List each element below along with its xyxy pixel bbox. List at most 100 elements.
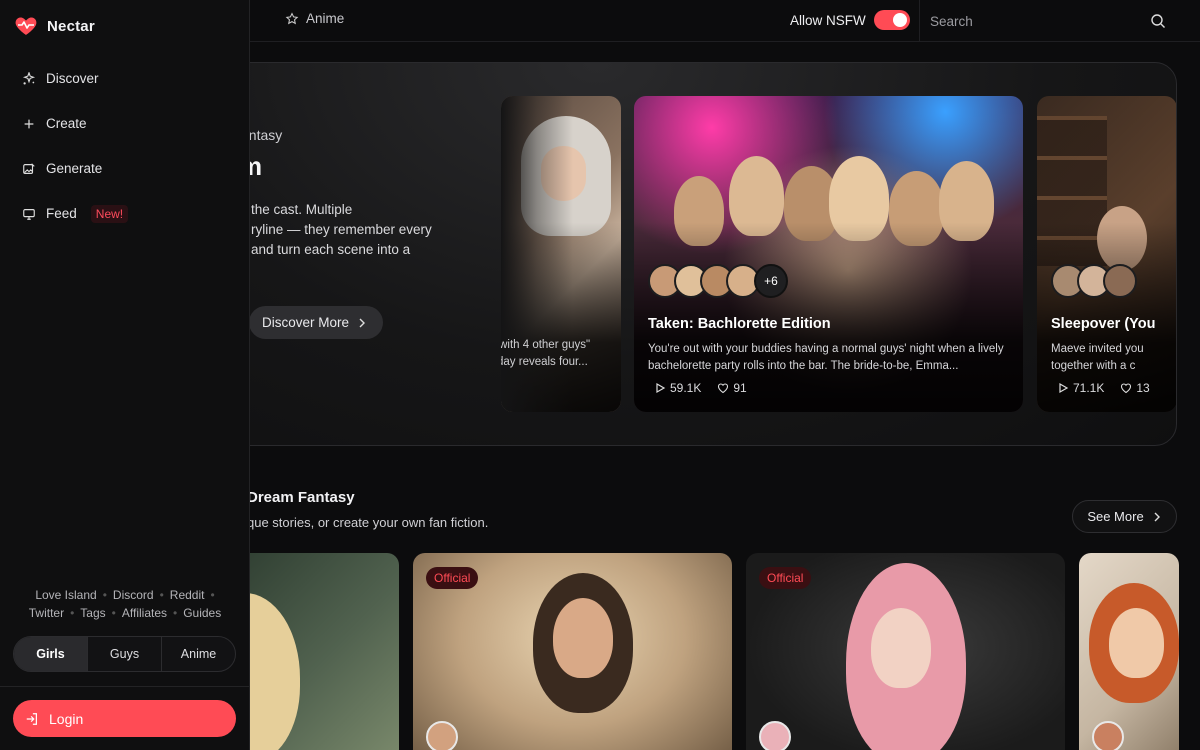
footer-link-affiliates[interactable]: Affiliates xyxy=(122,604,167,622)
likes-stat: 91 xyxy=(717,381,747,395)
hero-desc-line: and turn each scene into a xyxy=(251,242,411,257)
plays-count: 71.1K xyxy=(1073,381,1105,395)
footer-link-guides[interactable]: Guides xyxy=(183,604,221,622)
story-card-desc-line: together with a c xyxy=(1051,360,1136,372)
avatar xyxy=(1103,264,1137,298)
story-card-bachlorette[interactable]: +6 Taken: Bachlorette Edition You're out… xyxy=(634,96,1023,412)
sidebar-item-label: Create xyxy=(46,116,87,131)
chevron-right-icon xyxy=(1154,512,1160,521)
divider xyxy=(0,686,250,687)
sidebar-item-generate[interactable]: Generate xyxy=(0,146,250,191)
hero-description: the cast. Multiple ryline — they remembe… xyxy=(251,200,461,260)
nsfw-toggle-group: Allow NSFW xyxy=(790,10,910,30)
sidebar-item-feed[interactable]: Feed New! xyxy=(0,191,250,236)
star-icon xyxy=(285,11,299,24)
likes-count: 13 xyxy=(1136,381,1150,395)
character-face xyxy=(871,608,931,688)
monitor-icon xyxy=(23,208,35,220)
official-badge: Official xyxy=(759,567,812,589)
hero-desc-line: the cast. Multiple xyxy=(251,202,353,217)
separator-dot: • xyxy=(70,606,75,620)
hero-desc-line: ryline — they remember every xyxy=(251,222,432,237)
topbar: Anime Allow NSFW xyxy=(250,0,1200,42)
see-more-button[interactable]: See More xyxy=(1072,500,1177,533)
plays-stat: 71.1K xyxy=(1057,381,1104,395)
footer-link-tags[interactable]: Tags xyxy=(80,604,105,622)
story-card[interactable]: "with 4 other guys" day reveals four... xyxy=(501,96,621,412)
story-card-desc: You're out with your buddies having a no… xyxy=(648,343,1004,372)
story-card-desc: day reveals four... xyxy=(501,356,588,368)
heart-icon xyxy=(718,383,729,394)
login-icon xyxy=(26,712,37,725)
sidebar-item-label: Discover xyxy=(46,71,99,86)
brand-name: Nectar xyxy=(47,17,95,35)
avatar xyxy=(1092,721,1124,750)
avatar xyxy=(426,721,458,750)
story-card-desc: Maeve invited you together with a c xyxy=(1051,341,1176,375)
heart-pulse-logo-icon xyxy=(15,17,37,35)
sidebar-item-label: Generate xyxy=(46,161,103,176)
story-card-title: Sleepover (You xyxy=(1051,316,1156,332)
story-card-stats: 71.1K 13 xyxy=(1057,381,1150,395)
see-more-label: See More xyxy=(1087,509,1144,524)
sidebar: Nectar Discover Create Generate Feed New… xyxy=(0,0,250,750)
story-card-stats: 59.1K 91 xyxy=(654,381,747,395)
search-input[interactable] xyxy=(930,13,1150,29)
separator-dot: • xyxy=(102,588,107,602)
sidebar-item-discover[interactable]: Discover xyxy=(0,56,250,101)
new-badge: New! xyxy=(90,204,129,223)
story-card-desc-line: Maeve invited you xyxy=(1051,343,1144,355)
login-label: Login xyxy=(49,710,84,727)
footer-link-love-island[interactable]: Love Island xyxy=(35,586,96,604)
play-icon xyxy=(1059,382,1069,394)
separator-dot: • xyxy=(111,606,116,620)
separator-dot: • xyxy=(159,588,164,602)
search-icon[interactable] xyxy=(1150,13,1166,29)
likes-count: 91 xyxy=(733,381,747,395)
discover-more-button[interactable]: Discover More xyxy=(249,306,384,339)
separator-dot: • xyxy=(173,606,178,620)
section-title: Dream Fantasy xyxy=(247,489,355,506)
character-card[interactable]: Official xyxy=(746,553,1065,750)
segment-girls[interactable]: Girls xyxy=(14,637,88,671)
story-card-sleepover[interactable]: Sleepover (You Maeve invited you togethe… xyxy=(1037,96,1176,412)
footer-link-twitter[interactable]: Twitter xyxy=(29,604,64,622)
gender-segmented-control: Girls Guys Anime xyxy=(13,636,236,672)
app-root: Nectar Discover Create Generate Feed New… xyxy=(0,0,1200,750)
separator-dot: • xyxy=(210,588,215,602)
play-icon xyxy=(656,382,666,394)
official-badge: Official xyxy=(426,567,479,589)
story-card-title: Taken: Bachlorette Edition xyxy=(648,316,831,332)
heart-icon xyxy=(1121,383,1132,394)
sparkle-icon xyxy=(22,71,36,85)
footer-link-reddit[interactable]: Reddit xyxy=(170,586,205,604)
footer-link-discord[interactable]: Discord xyxy=(113,586,154,604)
image-edit-icon xyxy=(23,162,35,174)
more-avatars-count: +6 xyxy=(754,264,788,298)
segment-anime[interactable]: Anime xyxy=(162,637,235,671)
nsfw-toggle[interactable] xyxy=(873,10,910,30)
tab-anime[interactable]: Anime xyxy=(285,11,344,26)
character-card[interactable]: Official xyxy=(413,553,732,750)
cast-avatars xyxy=(1051,264,1137,298)
footer-links: Love Island • Discord • Reddit • Twitter • T… xyxy=(0,586,250,622)
likes-stat: 13 xyxy=(1120,381,1150,395)
plays-count: 59.1K xyxy=(670,381,702,395)
character-face xyxy=(553,598,613,678)
nsfw-label: Allow NSFW xyxy=(790,12,866,28)
login-button[interactable]: Login xyxy=(13,700,236,737)
segment-guys[interactable]: Guys xyxy=(88,637,162,671)
discover-more-label: Discover More xyxy=(262,315,350,330)
plus-icon xyxy=(24,119,34,128)
character-card[interactable] xyxy=(1079,553,1179,750)
section-subtitle: que stories, or create your own fan fict… xyxy=(247,515,489,530)
hero-banner: antasy m the cast. Multiple ryline — the… xyxy=(210,62,1177,446)
brand[interactable]: Nectar xyxy=(14,14,95,38)
sidebar-item-create[interactable]: Create xyxy=(0,101,250,146)
search-bar xyxy=(919,0,1200,42)
character-face xyxy=(1109,608,1164,678)
plays-stat: 59.1K xyxy=(654,381,701,395)
chevron-right-icon xyxy=(359,318,366,327)
sidebar-item-label: Feed xyxy=(46,206,77,221)
story-card-desc: "with 4 other guys" xyxy=(501,339,591,351)
